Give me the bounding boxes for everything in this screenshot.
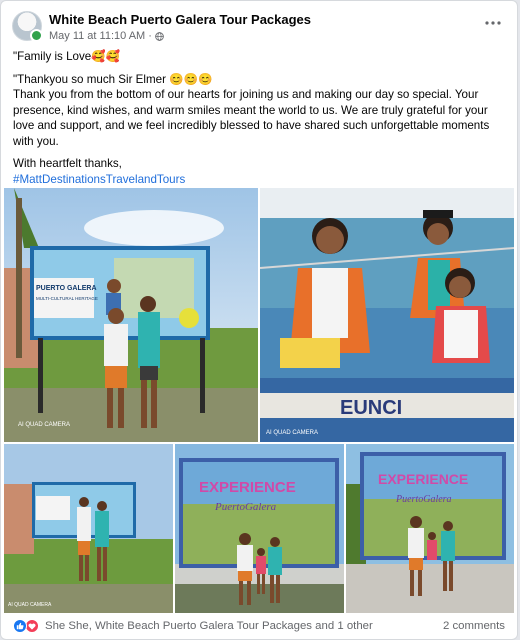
love-icon bbox=[25, 619, 39, 633]
photo-grid: PUERTO GALERA MULTI-CULTURAL HERITAGE AI bbox=[1, 188, 517, 613]
photo-family-boat[interactable]: EUNCI AI QUAD CAMERA bbox=[260, 188, 514, 442]
photo-sign-place: PuertoGalera bbox=[214, 501, 277, 513]
photo-sign-experience-2: EXPERIENCE bbox=[378, 471, 468, 487]
photo-sign-experience: EXPERIENCE bbox=[199, 479, 296, 496]
text-signoff: With heartfelt thanks, bbox=[13, 157, 122, 170]
like-icon bbox=[13, 619, 27, 633]
photo-boat-name: EUNCI bbox=[340, 397, 402, 419]
post-card: White Beach Puerto Galera Tour Packages … bbox=[0, 0, 518, 640]
photo-experience-sign-2[interactable]: EXPERIENCE PuertoGalera bbox=[346, 444, 514, 613]
text-family-line: "Family is Love🥰🥰 bbox=[13, 50, 121, 63]
photo-family-sign-2[interactable]: AI QUAD CAMERA bbox=[4, 444, 173, 613]
post-header: White Beach Puerto Galera Tour Packages … bbox=[1, 1, 517, 47]
photo-family-sign[interactable]: PUERTO GALERA MULTI-CULTURAL HERITAGE AI bbox=[4, 188, 258, 442]
post-date-link[interactable]: May 11 at 11:10 AM bbox=[49, 30, 145, 42]
online-status-dot bbox=[30, 29, 43, 42]
globe-icon[interactable] bbox=[155, 31, 164, 41]
photo-experience-sign[interactable]: EXPERIENCE PuertoGalera bbox=[175, 444, 344, 613]
hashtag-matt-destinations[interactable]: #MattDestinationsTravelandTours bbox=[13, 172, 505, 188]
photo-sign-place-2: PuertoGalera bbox=[395, 494, 452, 505]
photo-camera-watermark-2: AI QUAD CAMERA bbox=[266, 430, 318, 436]
reactions-summary[interactable]: She She, White Beach Puerto Galera Tour … bbox=[45, 620, 373, 632]
page-name-link[interactable]: White Beach Puerto Galera Tour Packages bbox=[49, 12, 311, 27]
photo-sign-title: PUERTO GALERA bbox=[36, 285, 97, 292]
photo-sign-subtitle: MULTI-CULTURAL HERITAGE bbox=[36, 296, 98, 301]
photo-camera-watermark-3: AI QUAD CAMERA bbox=[8, 602, 52, 608]
text-thanks-line: "Thankyou so much Sir Elmer 😊😊😊 bbox=[13, 72, 213, 86]
meta-separator: · bbox=[148, 30, 152, 42]
more-options-button[interactable] bbox=[481, 11, 505, 35]
comments-count[interactable]: 2 comments bbox=[443, 620, 505, 632]
more-options-icon bbox=[485, 21, 501, 25]
text-body: Thank you from the bottom of our hearts … bbox=[13, 88, 490, 148]
reaction-icons[interactable] bbox=[13, 619, 43, 634]
photo-camera-watermark: AI QUAD CAMERA bbox=[18, 422, 70, 428]
post-footer: She She, White Beach Puerto Galera Tour … bbox=[1, 613, 517, 639]
post-text: "Family is Love🥰🥰 "Thankyou so much Sir … bbox=[13, 49, 505, 203]
post-meta: May 11 at 11:10 AM · bbox=[49, 30, 164, 42]
